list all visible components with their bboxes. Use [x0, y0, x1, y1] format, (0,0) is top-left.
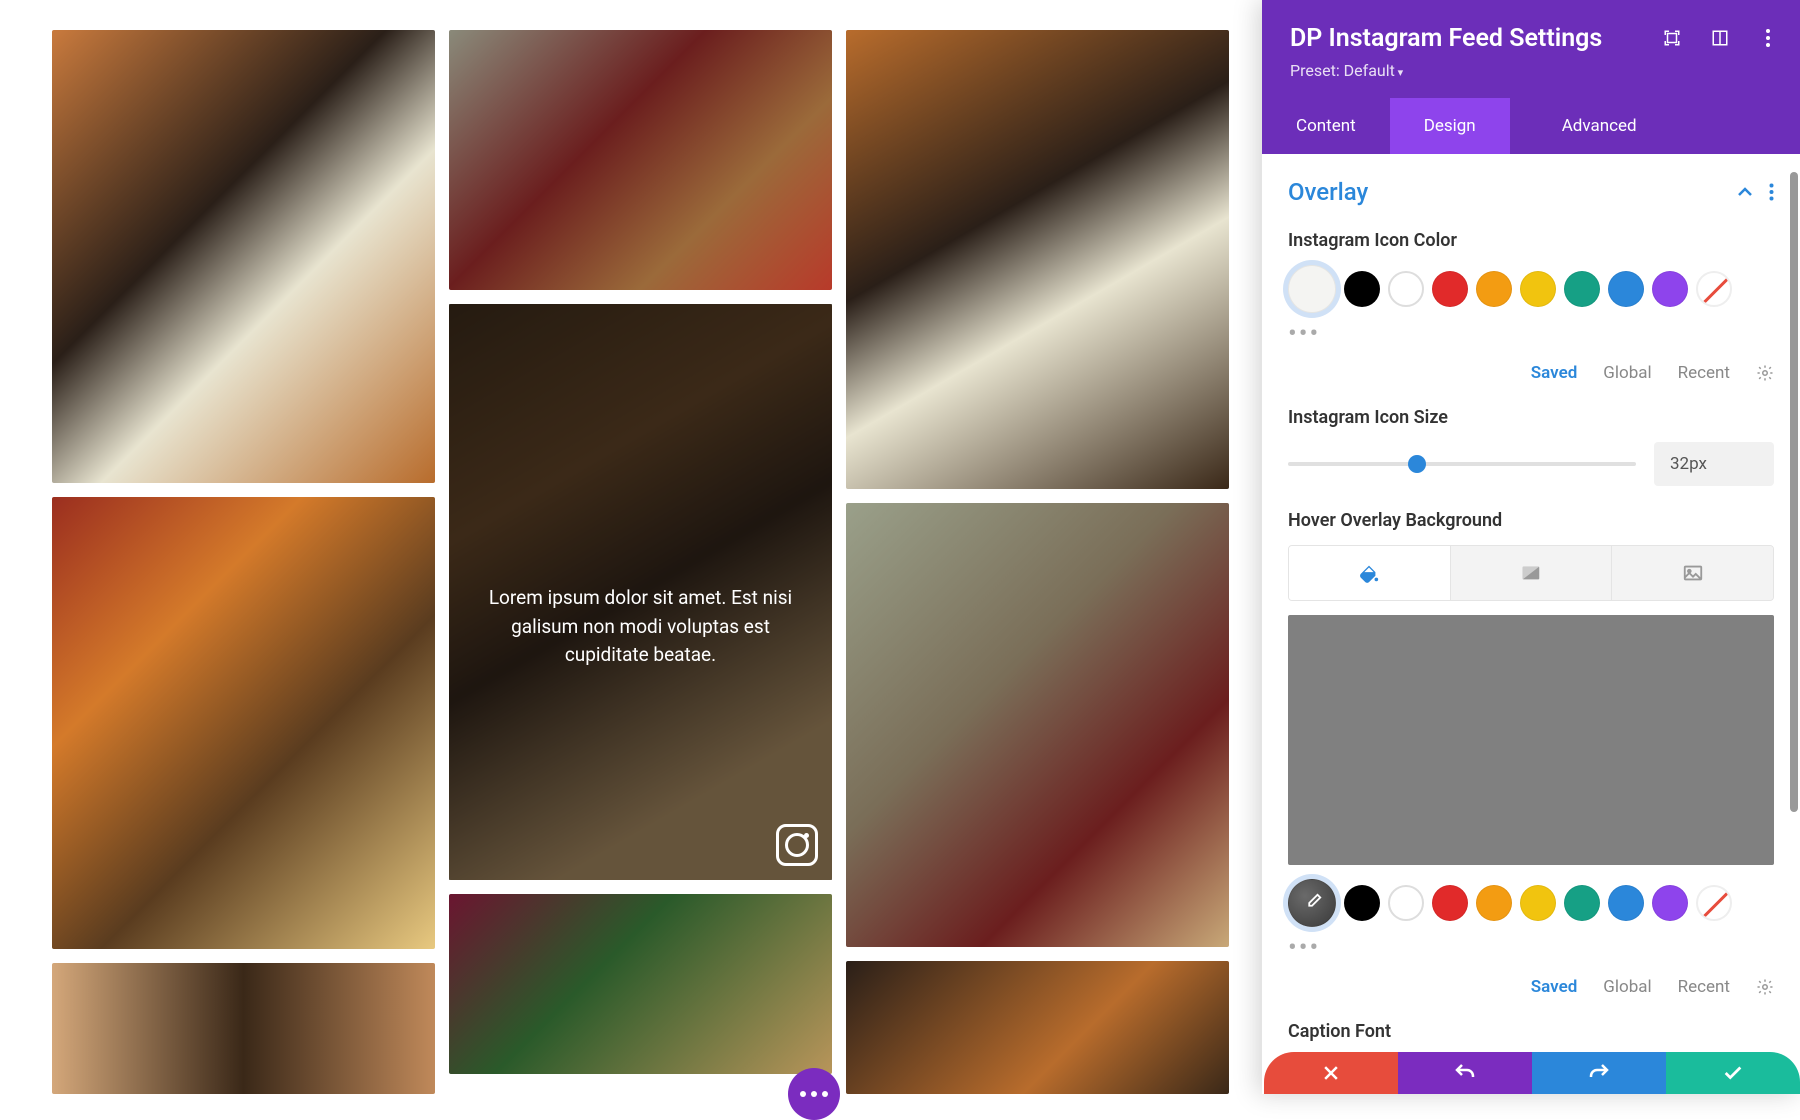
size-slider[interactable] [1288, 462, 1636, 466]
swatch-orange[interactable] [1476, 885, 1512, 921]
swatch-black[interactable] [1344, 271, 1380, 307]
feed-tile[interactable] [52, 497, 435, 949]
field-icon-color: Instagram Icon Color ••• Saved Global Re… [1262, 224, 1800, 401]
label-caption-font: Caption Font [1288, 1021, 1774, 1042]
gear-icon[interactable] [1756, 978, 1774, 996]
feed-tile[interactable] [52, 30, 435, 483]
label-icon-color: Instagram Icon Color [1288, 230, 1774, 251]
settings-tabs: Content Design Advanced [1262, 98, 1800, 154]
swatch-picker[interactable] [1288, 879, 1336, 927]
kebab-icon[interactable] [1758, 28, 1778, 48]
swatch-yellow[interactable] [1520, 885, 1556, 921]
bg-color-preview[interactable] [1288, 615, 1774, 865]
scrollbar[interactable] [1790, 172, 1798, 812]
bg-swatches [1288, 879, 1774, 927]
palette-tab-recent[interactable]: Recent [1678, 363, 1730, 383]
swatch-transparent[interactable] [1388, 885, 1424, 921]
panel-header: DP Instagram Feed Settings Preset: Defau… [1262, 0, 1800, 98]
color-swatches [1288, 265, 1774, 313]
swatch-orange[interactable] [1476, 271, 1512, 307]
size-input[interactable] [1654, 442, 1774, 486]
swatch-white[interactable] [1288, 265, 1336, 313]
label-hover-bg: Hover Overlay Background [1288, 510, 1774, 531]
field-icon-size: Instagram Icon Size [1262, 401, 1800, 504]
bg-tab-gradient[interactable] [1451, 546, 1613, 600]
expand-icon[interactable] [1662, 28, 1682, 48]
snap-icon[interactable] [1710, 28, 1730, 48]
instagram-feed-grid: Lorem ipsum dolor sit amet. Est nisi gal… [0, 0, 1260, 1094]
palette-tab-recent[interactable]: Recent [1678, 977, 1730, 997]
swatch-purple[interactable] [1652, 271, 1688, 307]
field-hover-bg: Hover Overlay Background [1262, 504, 1800, 1015]
save-button[interactable] [1666, 1052, 1800, 1094]
instagram-icon[interactable] [776, 824, 818, 866]
tab-content[interactable]: Content [1262, 98, 1390, 154]
kebab-icon[interactable] [1769, 183, 1774, 201]
palette-tab-saved[interactable]: Saved [1531, 977, 1578, 997]
swatch-yellow[interactable] [1520, 271, 1556, 307]
swatch-none[interactable] [1696, 885, 1732, 921]
chevron-up-icon[interactable] [1737, 187, 1753, 197]
tab-design[interactable]: Design [1390, 98, 1510, 154]
hover-caption: Lorem ipsum dolor sit amet. Est nisi gal… [449, 584, 832, 670]
feed-tile[interactable] [846, 30, 1229, 489]
feed-tile[interactable] [846, 961, 1229, 1094]
panel-footer [1264, 1052, 1800, 1094]
bg-tab-image[interactable] [1612, 546, 1773, 600]
bg-tab-color[interactable] [1289, 546, 1451, 600]
cancel-button[interactable] [1264, 1052, 1398, 1094]
feed-tile-hover[interactable]: Lorem ipsum dolor sit amet. Est nisi gal… [449, 304, 832, 880]
module-actions-fab[interactable] [788, 1068, 840, 1120]
feed-tile[interactable] [846, 503, 1229, 947]
more-colors-icon[interactable]: ••• [1288, 933, 1774, 963]
undo-button[interactable] [1398, 1052, 1532, 1094]
preset-selector[interactable]: Preset: Default [1290, 61, 1772, 80]
gear-icon[interactable] [1756, 364, 1774, 382]
swatch-red[interactable] [1432, 885, 1468, 921]
swatch-black[interactable] [1344, 885, 1380, 921]
swatch-transparent[interactable] [1388, 271, 1424, 307]
swatch-teal[interactable] [1564, 271, 1600, 307]
panel-body: Overlay Instagram Icon Color ••• [1262, 154, 1800, 1094]
swatch-red[interactable] [1432, 271, 1468, 307]
tab-advanced[interactable]: Advanced [1528, 98, 1671, 154]
settings-panel: DP Instagram Feed Settings Preset: Defau… [1262, 0, 1800, 1094]
palette-tab-global[interactable]: Global [1603, 363, 1651, 383]
redo-button[interactable] [1532, 1052, 1666, 1094]
feed-tile[interactable] [449, 30, 832, 290]
label-icon-size: Instagram Icon Size [1288, 407, 1774, 428]
palette-tab-saved[interactable]: Saved [1531, 363, 1578, 383]
more-colors-icon[interactable]: ••• [1288, 319, 1774, 349]
swatch-teal[interactable] [1564, 885, 1600, 921]
feed-tile[interactable] [449, 894, 832, 1074]
palette-tab-global[interactable]: Global [1603, 977, 1651, 997]
section-overlay-title[interactable]: Overlay [1288, 178, 1368, 206]
swatch-none[interactable] [1696, 271, 1732, 307]
feed-tile[interactable] [52, 963, 435, 1095]
swatch-blue[interactable] [1608, 885, 1644, 921]
swatch-purple[interactable] [1652, 885, 1688, 921]
swatch-blue[interactable] [1608, 271, 1644, 307]
